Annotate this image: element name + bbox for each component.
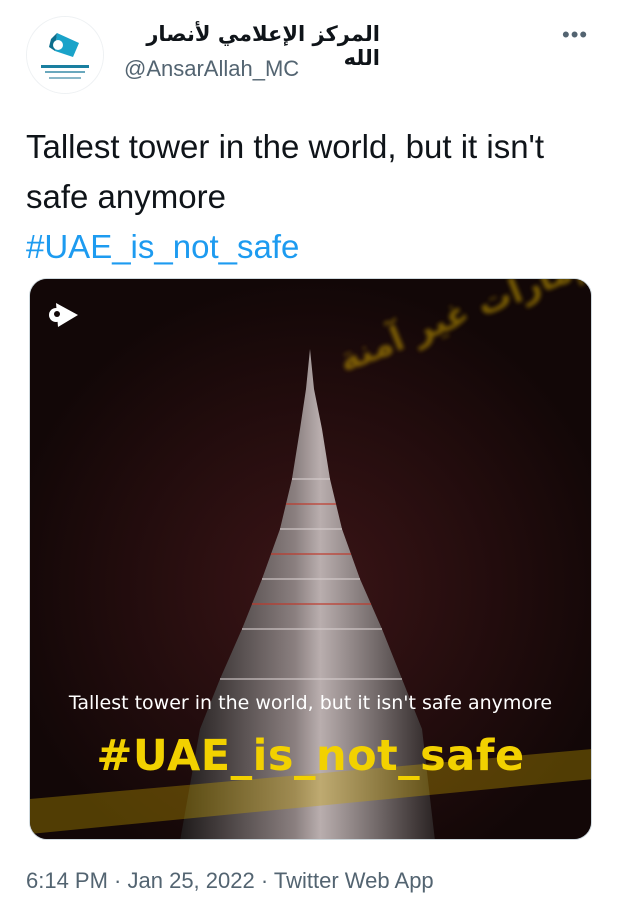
image-hashtag: #UAE_is_not_safe [96, 731, 525, 781]
tweet-media-image[interactable]: الإمارات غير آمنة Tallest tower in the w… [29, 278, 592, 840]
media-center-watermark-icon [46, 301, 80, 331]
more-options-icon[interactable]: ••• [562, 22, 588, 48]
tweet-timestamp: 6:14 PM · Jan 25, 2022 · Twitter Web App [26, 868, 434, 894]
separator: · [107, 868, 128, 893]
timestamp-time[interactable]: 6:14 PM [26, 868, 108, 893]
tweet-body: Tallest tower in the world, but it isn't… [26, 128, 545, 215]
hashtag-link[interactable]: #UAE_is_not_safe [26, 228, 299, 265]
image-caption: Tallest tower in the world, but it isn't… [68, 692, 553, 714]
avatar[interactable] [26, 16, 104, 94]
tweet: المركز الإعلامي لأنصار الله @AnsarAllah_… [0, 0, 620, 899]
tweet-text: Tallest tower in the world, but it isn't… [26, 122, 586, 272]
author-handle[interactable]: @AnsarAllah_MC [124, 56, 299, 82]
separator: · [254, 868, 274, 893]
tweet-source[interactable]: Twitter Web App [274, 868, 434, 893]
media-center-logo-icon [27, 17, 103, 93]
timestamp-date[interactable]: Jan 25, 2022 [128, 868, 255, 893]
